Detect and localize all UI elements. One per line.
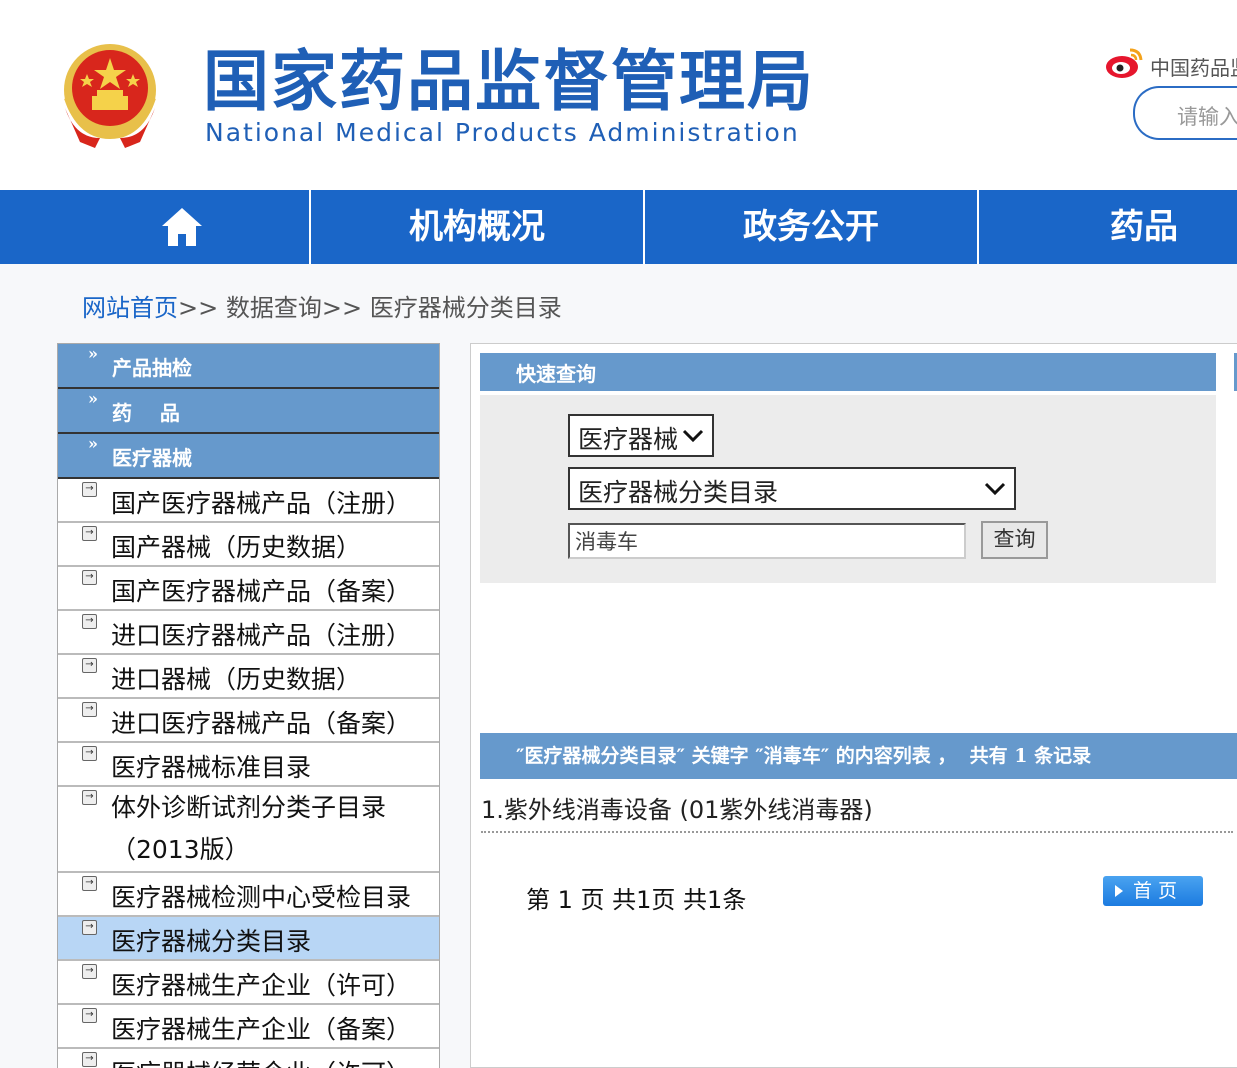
breadcrumb: 网站首页>> 数据查询>> 医疗器械分类目录 bbox=[82, 288, 562, 323]
query-button[interactable]: 查询 bbox=[981, 521, 1048, 559]
home-icon bbox=[162, 208, 202, 246]
sidebar-head-product-sampling[interactable]: » 产品抽检 bbox=[58, 344, 439, 389]
catalog-select-value: 医疗器械分类目录 bbox=[578, 478, 779, 507]
breadcrumb-separator: >> bbox=[321, 294, 363, 322]
arrow-box-icon: → bbox=[82, 790, 97, 805]
arrow-box-icon: → bbox=[82, 614, 97, 629]
arrow-box-icon: → bbox=[82, 570, 97, 585]
sidebar-item-active[interactable]: → 医疗器械分类目录 bbox=[58, 917, 439, 961]
arrow-box-icon: → bbox=[82, 658, 97, 673]
search-placeholder: 请输入 bbox=[1177, 105, 1237, 129]
result-item-link[interactable]: 1.紫外线消毒设备 (01紫外线消毒器) bbox=[481, 790, 873, 825]
chevron-down-icon bbox=[682, 429, 704, 443]
sidebar-item-label: 国产器械（历史数据） bbox=[111, 533, 362, 562]
catalog-select[interactable]: 医疗器械分类目录 bbox=[568, 467, 1016, 510]
site-search-input[interactable]: 请输入 bbox=[1133, 86, 1237, 140]
nav-drugs[interactable]: 药品 bbox=[979, 190, 1237, 264]
arrow-box-icon: → bbox=[82, 1008, 97, 1023]
double-chevron-icon: » bbox=[88, 344, 98, 363]
national-emblem-icon bbox=[64, 44, 156, 148]
sidebar-item-label: 进口医疗器械产品（备案） bbox=[111, 709, 412, 738]
sidebar-head-label: 药 品 bbox=[112, 401, 180, 425]
breadcrumb-separator: >> bbox=[178, 294, 219, 322]
category-select[interactable]: 医疗器械 bbox=[568, 414, 714, 457]
sidebar-item-label: 医疗器械检测中心受检目录 bbox=[111, 883, 412, 912]
sidebar-head-drugs[interactable]: » 药 品 bbox=[58, 389, 439, 434]
arrow-box-icon: → bbox=[82, 746, 97, 761]
arrow-box-icon: → bbox=[82, 964, 97, 979]
arrow-box-icon: → bbox=[82, 1052, 97, 1067]
weibo-icon[interactable] bbox=[1104, 46, 1144, 80]
sidebar-item[interactable]: → 进口器械（历史数据） bbox=[58, 655, 439, 699]
pager-text: 第 1 页 共1页 共1条 bbox=[526, 886, 747, 914]
chevron-down-icon bbox=[984, 482, 1006, 496]
sidebar-item[interactable]: → 体外诊断试剂分类子目录（2013版） bbox=[58, 787, 439, 873]
weibo-link[interactable]: 中国药品监 bbox=[1150, 52, 1237, 81]
sidebar-item-label: 医疗器械分类目录 bbox=[111, 927, 312, 956]
arrow-box-icon: → bbox=[82, 526, 97, 541]
arrow-box-icon: → bbox=[82, 482, 97, 497]
sidebar-head-medical-devices[interactable]: » 医疗器械 bbox=[58, 434, 439, 479]
sidebar-item-label: 进口器械（历史数据） bbox=[111, 665, 362, 694]
first-page-label: 首 页 bbox=[1133, 880, 1178, 902]
site-title-cn: 国家药品监督管理局 bbox=[203, 43, 815, 120]
sidebar-item-label: 医疗器械标准目录 bbox=[111, 753, 312, 782]
sidebar-item-label: 医疗器械生产企业（许可） bbox=[111, 971, 412, 1000]
breadcrumb-data-query[interactable]: 数据查询 bbox=[226, 294, 322, 322]
sidebar-item[interactable]: → 国产医疗器械产品（备案） bbox=[58, 567, 439, 611]
main-nav: 机构概况 政务公开 药品 bbox=[0, 190, 1237, 264]
sidebar-item[interactable]: → 医疗器械生产企业（许可） bbox=[58, 961, 439, 1005]
sidebar-item[interactable]: → 国产器械（历史数据） bbox=[58, 523, 439, 567]
result-list-title: ″医疗器械分类目录″ 关键字 ″消毒车″ 的内容列表 ， 共有 1 条记录 bbox=[516, 745, 1092, 767]
sidebar-item-label: 国产医疗器械产品（注册） bbox=[111, 489, 412, 518]
category-select-value: 医疗器械 bbox=[578, 425, 679, 454]
first-page-button[interactable]: 首 页 bbox=[1103, 876, 1203, 906]
sidebar-item[interactable]: → 医疗器械标准目录 bbox=[58, 743, 439, 787]
result-list-header: ″医疗器械分类目录″ 关键字 ″消毒车″ 的内容列表 ， 共有 1 条记录 bbox=[480, 733, 1237, 779]
nav-org-overview[interactable]: 机构概况 bbox=[311, 190, 645, 264]
nav-home[interactable] bbox=[0, 190, 311, 264]
sidebar-head-label: 产品抽检 bbox=[112, 356, 192, 380]
nav-gov-affairs[interactable]: 政务公开 bbox=[645, 190, 979, 264]
sidebar-item[interactable]: → 医疗器械经营企业（许可） bbox=[58, 1049, 439, 1068]
arrow-box-icon: → bbox=[82, 920, 97, 935]
sidebar-item-label: 医疗器械经营企业（许可） bbox=[111, 1054, 411, 1068]
dotted-divider bbox=[481, 831, 1233, 833]
keyword-input[interactable] bbox=[568, 523, 966, 559]
sidebar-head-label: 医疗器械 bbox=[112, 446, 192, 470]
quick-search-title: 快速查询 bbox=[516, 362, 596, 386]
sidebar-item[interactable]: → 进口医疗器械产品（备案） bbox=[58, 699, 439, 743]
sidebar: » 产品抽检 » 药 品 » 医疗器械 → 国产医疗器械产品（注册） → 国产器械（… bbox=[57, 343, 440, 1068]
sidebar-item[interactable]: → 医疗器械生产企业（备案） bbox=[58, 1005, 439, 1049]
play-arrow-icon bbox=[1115, 885, 1123, 897]
site-title-en: National Medical Products Administration bbox=[205, 118, 800, 147]
site-header: 国家药品监督管理局 National Medical Products Admi… bbox=[0, 0, 1237, 190]
arrow-box-icon: → bbox=[82, 702, 97, 717]
sidebar-item[interactable]: → 医疗器械检测中心受检目录 bbox=[58, 873, 439, 917]
sidebar-item-label: 体外诊断试剂分类子目录（2013版） bbox=[111, 793, 387, 864]
quick-search-header: 快速查询 bbox=[480, 353, 1216, 391]
sidebar-item[interactable]: → 进口医疗器械产品（注册） bbox=[58, 611, 439, 655]
sidebar-item[interactable]: → 国产医疗器械产品（注册） bbox=[58, 479, 439, 523]
double-chevron-icon: » bbox=[88, 434, 98, 453]
breadcrumb-current: 医疗器械分类目录 bbox=[369, 294, 562, 322]
arrow-box-icon: → bbox=[82, 876, 97, 891]
sidebar-item-label: 医疗器械生产企业（备案） bbox=[111, 1015, 412, 1044]
sidebar-item-label: 进口医疗器械产品（注册） bbox=[111, 621, 412, 650]
breadcrumb-home-link[interactable]: 网站首页 bbox=[82, 294, 178, 322]
sidebar-item-label: 国产医疗器械产品（备案） bbox=[111, 577, 412, 606]
double-chevron-icon: » bbox=[88, 389, 98, 408]
